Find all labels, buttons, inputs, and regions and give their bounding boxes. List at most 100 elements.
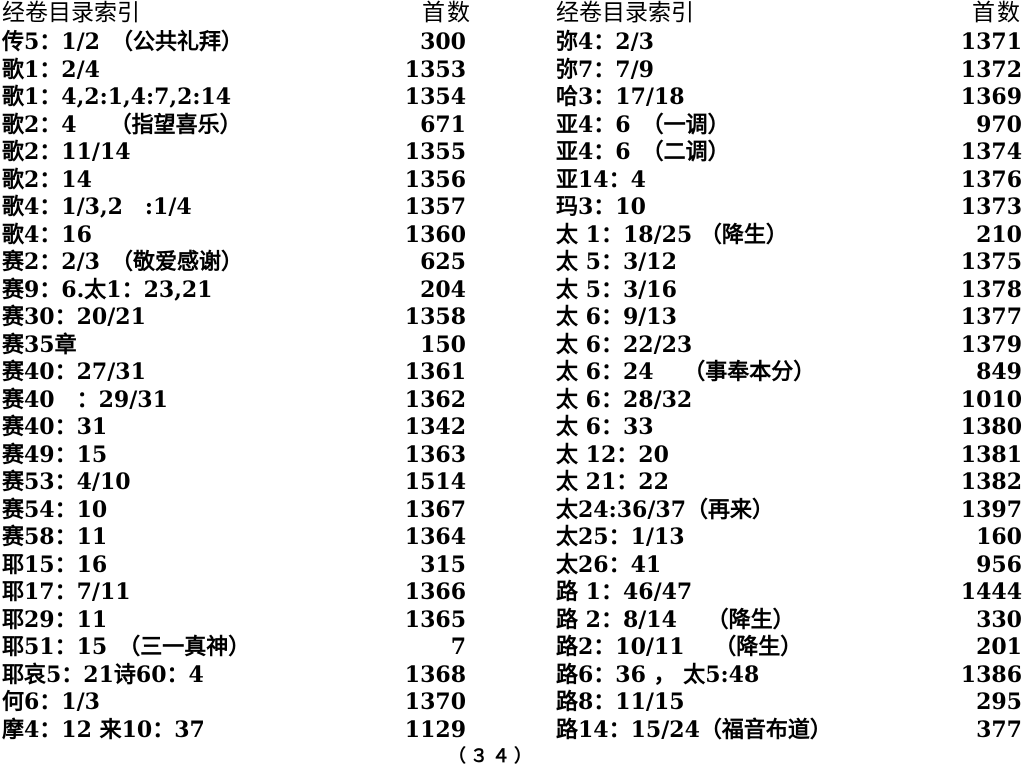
scripture-reference: 赛35章 [2, 331, 77, 358]
scripture-reference: 耶哀5：21诗60：4 [2, 661, 204, 688]
right-header-count: 首数 [972, 0, 1022, 26]
scripture-reference: 弥7：7/9 [556, 56, 654, 83]
scripture-reference: 赛2：2/3 （敬爱感谢） [2, 249, 243, 275]
scripture-reference: 太 6：22/23 [556, 331, 693, 358]
hymn-number: 1354 [404, 84, 466, 110]
scripture-reference: 歌2：14 [2, 166, 92, 193]
scripture-reference: 耶29：11 [2, 606, 108, 633]
right-column: 经卷目录索引 首数 弥4：2/3 1371 弥7：7/9 1372 哈3：17/18 13… [556, 0, 1022, 743]
left-index-row: 赛2：2/3 （敬爱感谢） 625 [2, 249, 472, 277]
scripture-reference: 亚4：6 （一调） [556, 111, 730, 138]
left-index-row: 耶哀5：21诗60：4 1368 [2, 662, 472, 690]
left-index-row: 赛58：11 1364 [2, 524, 472, 552]
hymn-number: 1342 [404, 414, 466, 440]
left-index-row: 歌4：1/3,2 :1/4 1357 [2, 194, 472, 222]
left-header-title: 经卷目录索引 [2, 0, 140, 26]
scripture-reference: 玛3：10 [556, 194, 646, 220]
left-column-header: 经卷目录索引 首数 [2, 0, 472, 28]
hymn-number: 1444 [960, 579, 1022, 605]
scripture-reference: 赛40：31 [2, 414, 108, 440]
scripture-reference: 太 5：3/16 [556, 276, 677, 303]
hymn-number: 1129 [404, 716, 466, 743]
scripture-reference: 路8：11/15 [556, 689, 685, 715]
scripture-reference: 何6：1/3 [2, 689, 100, 715]
right-index-row: 亚14：4 1376 [556, 167, 1022, 195]
hymn-number: 1375 [960, 249, 1022, 275]
hymn-number: 160 [976, 524, 1022, 550]
scripture-reference: 哈3：17/18 [556, 84, 685, 110]
hymn-number: 1353 [404, 56, 466, 83]
scripture-reference: 太26：41 [556, 551, 662, 578]
left-index-row: 赛9：6.太1：23,21 204 [2, 277, 472, 305]
right-index-row: 路14：15/24（福音布道） 377 [556, 717, 1022, 745]
hymn-number: 1374 [960, 139, 1022, 165]
left-index-row: 歌2：11/14 1355 [2, 139, 472, 167]
left-index-row: 传5：1/2 （公共礼拜） 300 [2, 29, 472, 57]
left-index-row: 耶29：11 1365 [2, 607, 472, 635]
right-index-row: 玛3：10 1373 [556, 194, 1022, 222]
left-column: 经卷目录索引 首数 传5：1/2 （公共礼拜） 300 歌1：2/4 1353 歌1：4… [2, 0, 472, 743]
left-index-row: 何6：1/3 1370 [2, 689, 472, 717]
hymn-number: 1367 [404, 496, 466, 523]
scripture-reference: 耶51：15 （三一真神） [2, 634, 251, 660]
hymn-number: 1366 [404, 579, 466, 605]
scripture-reference: 摩4：12 来10：37 [2, 716, 205, 743]
left-index-row: 耶17：7/11 1366 [2, 579, 472, 607]
left-index-row: 歌1：4,2:1,4:7,2:14 1354 [2, 84, 472, 112]
right-index-row: 太 21：22 1382 [556, 469, 1022, 497]
hymn-number: 1377 [960, 304, 1022, 330]
hymn-number: 1364 [404, 524, 466, 550]
scripture-reference: 赛40 ：29/31 [2, 386, 168, 413]
hymn-number: 201 [976, 634, 1022, 660]
hymn-number: 1371 [960, 29, 1022, 55]
scripture-reference: 路2：10/11 （降生） [556, 634, 803, 660]
scripture-reference: 路 1：46/47 [556, 579, 693, 605]
hymn-number: 300 [420, 29, 466, 55]
hymn-number: 1378 [960, 276, 1022, 303]
left-index-row: 赛40：31 1342 [2, 414, 472, 442]
page-number: （３４） [448, 746, 536, 767]
scripture-reference: 赛30：20/21 [2, 304, 146, 330]
scripture-reference: 太 5：3/12 [556, 249, 677, 275]
hymn-number: 1365 [404, 606, 466, 633]
right-column-header: 经卷目录索引 首数 [556, 0, 1022, 28]
hymn-number: 1514 [404, 469, 466, 495]
left-index-row: 耶15：16 315 [2, 552, 472, 580]
hymn-number: 1372 [960, 56, 1022, 83]
hymn-number: 1381 [960, 441, 1022, 468]
right-rows: 弥4：2/3 1371 弥7：7/9 1372 哈3：17/18 1369 亚4：6 （一调… [556, 29, 1022, 744]
hymn-number: 1360 [404, 221, 466, 248]
left-index-row: 赛49：15 1363 [2, 442, 472, 470]
hymn-number: 970 [976, 111, 1022, 138]
hymn-number: 1382 [960, 469, 1022, 495]
left-index-row: 摩4：12 来10：37 1129 [2, 717, 472, 745]
hymn-number: 315 [420, 551, 466, 578]
scripture-reference: 歌1：2/4 [2, 56, 100, 83]
scripture-reference: 赛49：15 [2, 441, 108, 468]
scripture-reference: 耶17：7/11 [2, 579, 131, 605]
scripture-reference: 太 6：24 （事奉本分） [556, 359, 816, 385]
left-index-row: 赛40 ：29/31 1362 [2, 387, 472, 415]
left-index-row: 歌2：4 （指望喜乐） 671 [2, 112, 472, 140]
right-index-row: 太26：41 956 [556, 552, 1022, 580]
scripture-reference: 歌1：4,2:1,4:7,2:14 [2, 84, 232, 110]
hymn-number: 1356 [404, 166, 466, 193]
hymn-number: 1373 [960, 194, 1022, 220]
scripture-reference: 亚14：4 [556, 166, 646, 193]
left-rows: 传5：1/2 （公共礼拜） 300 歌1：2/4 1353 歌1：4,2:1,4:7,2… [2, 29, 472, 744]
scripture-reference: 耶15：16 [2, 551, 108, 578]
hymn-number: 1379 [960, 331, 1022, 358]
left-index-row: 歌4：16 1360 [2, 222, 472, 250]
scripture-reference: 赛53：4/10 [2, 469, 131, 495]
hymn-number: 330 [976, 606, 1022, 633]
scripture-reference: 路 2：8/14 （降生） [556, 606, 795, 633]
hymn-number: 1363 [404, 441, 466, 468]
scripture-reference: 赛9：6.太1：23,21 [2, 276, 213, 303]
right-index-row: 太 12：20 1381 [556, 442, 1022, 470]
hymn-number: 1370 [404, 689, 466, 715]
hymn-number: 1361 [404, 359, 466, 385]
scripture-reference: 太 1：18/25 （降生） [556, 221, 788, 248]
scripture-reference: 赛58：11 [2, 524, 108, 550]
hymn-number: 1362 [404, 386, 466, 413]
scripture-reference: 太25：1/13 [556, 524, 685, 550]
